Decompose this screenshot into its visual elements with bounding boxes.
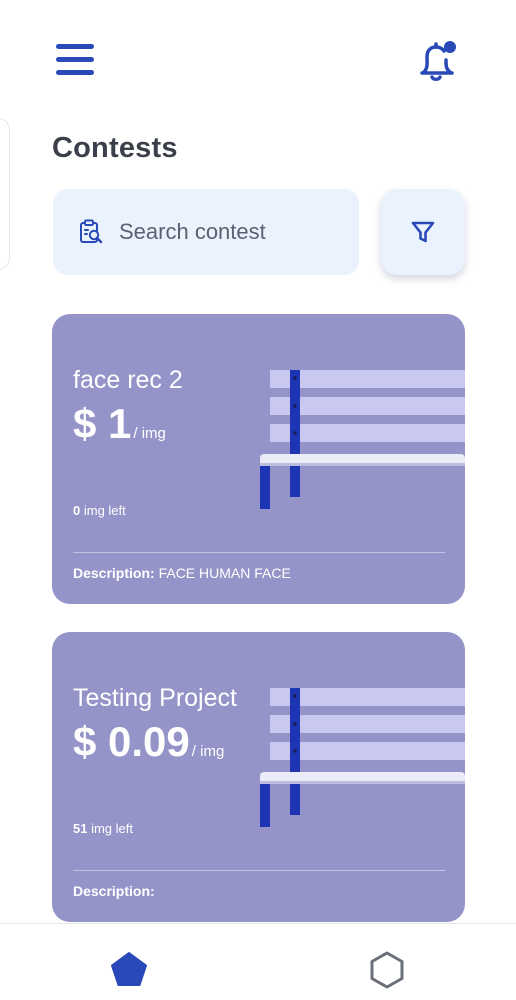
top-bar: [0, 0, 516, 110]
card-divider: [73, 870, 445, 871]
filter-button[interactable]: [381, 189, 465, 275]
images-left-count: 51: [73, 821, 88, 836]
description-text: FACE HUMAN FACE: [158, 565, 291, 581]
description-label: Description:: [73, 565, 155, 581]
notification-button[interactable]: [414, 36, 464, 86]
images-left: 51 img left: [73, 821, 133, 836]
funnel-filter-icon: [411, 221, 435, 243]
contest-name: Testing Project: [73, 684, 237, 712]
price-unit: / img: [191, 743, 225, 760]
clipboard-search-icon: [80, 219, 103, 244]
price-amount: 1: [108, 400, 132, 447]
contest-description: Description:: [73, 883, 155, 899]
images-left-label: img left: [91, 821, 133, 836]
price-currency: $: [73, 718, 97, 765]
hexagon-icon: [370, 951, 404, 989]
images-left-label: img left: [83, 503, 126, 518]
card-divider: [73, 552, 445, 553]
previous-card-edge: [0, 118, 10, 270]
pentagon-home-icon: [111, 952, 147, 986]
menu-icon-bar: [56, 44, 94, 49]
contest-price: $ 0.09/ img: [73, 718, 224, 766]
bell-notification-icon: [420, 41, 456, 81]
nav-home-tab[interactable]: [107, 948, 151, 992]
description-label: Description:: [73, 883, 155, 899]
nav-secondary-tab[interactable]: [366, 948, 408, 992]
images-left: 0 img left: [73, 503, 126, 518]
search-input[interactable]: [119, 219, 339, 245]
search-bar[interactable]: [53, 189, 359, 275]
price-unit: / img: [133, 425, 166, 442]
menu-button[interactable]: [52, 40, 98, 80]
page-title: Contests: [52, 132, 178, 164]
contest-card[interactable]: Testing Project $ 0.09/ img 51 img left …: [52, 632, 465, 922]
contest-description: Description: FACE HUMAN FACE: [73, 565, 291, 581]
price-amount: 0.09: [108, 718, 190, 765]
bench-illustration: [260, 688, 465, 827]
menu-icon-bar: [56, 70, 94, 75]
contest-price: $ 1/ img: [73, 400, 166, 448]
menu-icon-bar: [56, 57, 94, 62]
bottom-navigation: [0, 923, 516, 1000]
contest-card[interactable]: face rec 2 $ 1/ img 0 img left Descripti…: [52, 314, 465, 604]
contest-name: face rec 2: [73, 366, 183, 394]
images-left-count: 0: [73, 503, 81, 518]
bench-illustration: [260, 370, 465, 509]
price-currency: $: [73, 400, 97, 447]
